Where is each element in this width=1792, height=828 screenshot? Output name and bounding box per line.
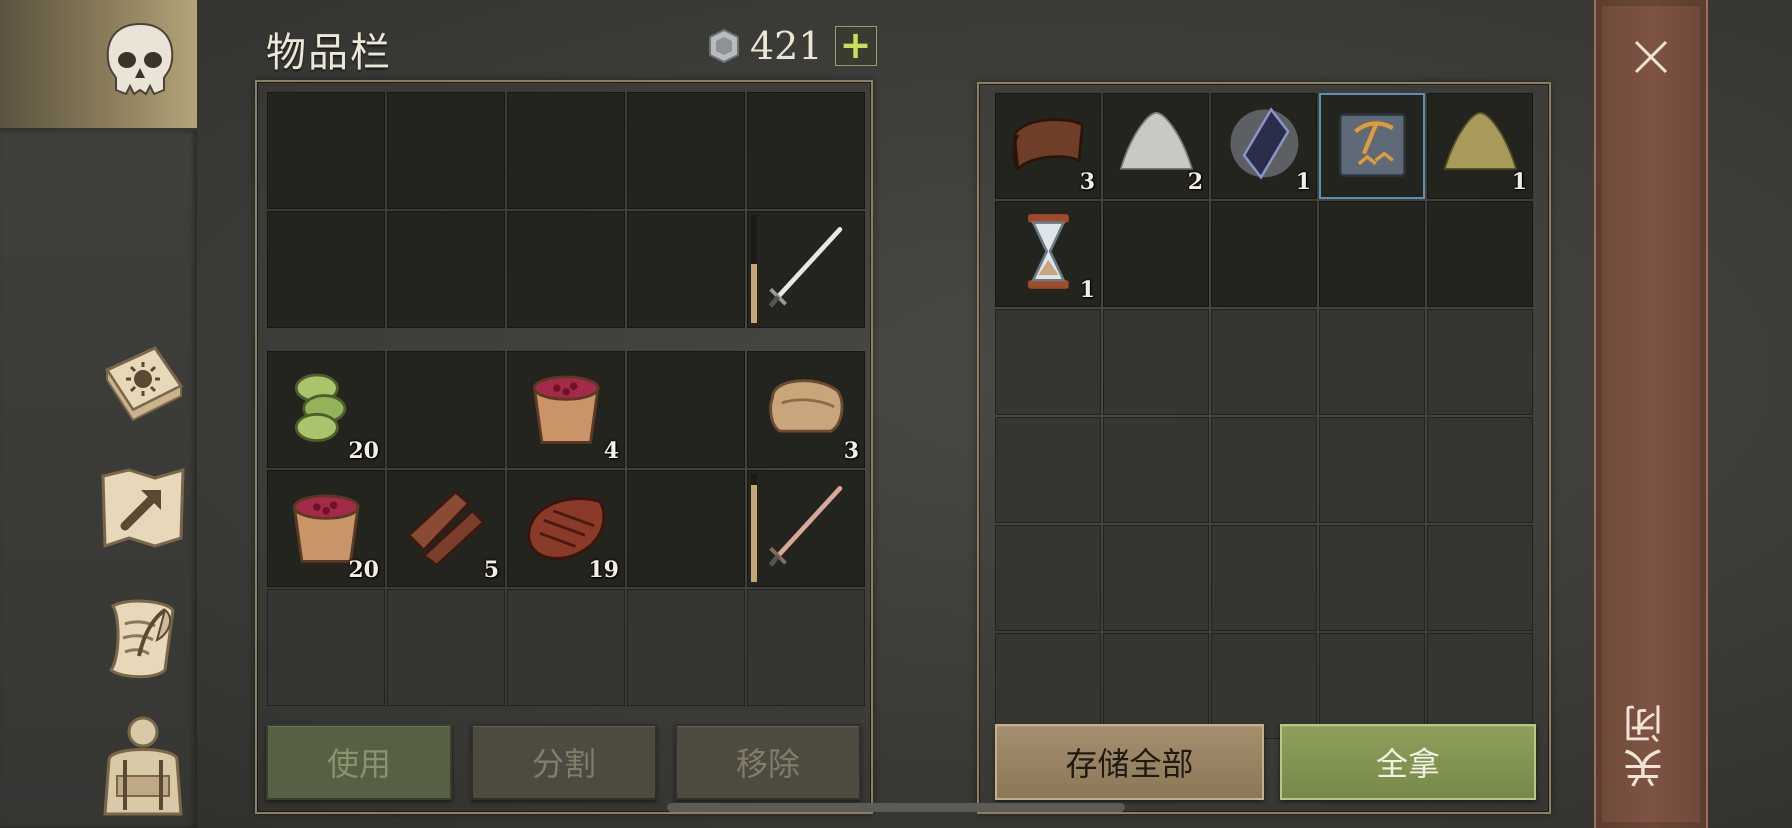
currency-amount: 421 xyxy=(750,24,823,68)
item-slot[interactable]: 1 xyxy=(1211,93,1317,199)
item-quantity: 19 xyxy=(588,557,619,583)
item-slot[interactable] xyxy=(747,470,865,587)
empty-slot[interactable] xyxy=(267,92,385,209)
split-button[interactable]: 分割 xyxy=(471,724,657,800)
empty-slot[interactable] xyxy=(995,309,1101,415)
item-quantity: 3 xyxy=(843,438,859,464)
empty-slot[interactable] xyxy=(1103,417,1209,523)
iron-sword-icon xyxy=(759,220,853,314)
empty-slot[interactable] xyxy=(507,92,625,209)
item-quantity: 1 xyxy=(1511,169,1527,195)
currency-display: 421 + xyxy=(706,24,877,68)
item-slot[interactable]: 20 xyxy=(267,351,385,468)
copper-sword-icon xyxy=(759,479,853,573)
empty-slot[interactable] xyxy=(1211,417,1317,523)
empty-slot[interactable] xyxy=(627,92,745,209)
empty-slot[interactable] xyxy=(995,525,1101,631)
map-icon[interactable] xyxy=(95,460,191,556)
empty-slot[interactable] xyxy=(387,589,505,706)
page-title: 物品栏 xyxy=(266,30,392,76)
empty-slot[interactable] xyxy=(995,417,1101,523)
backpack-grid: 20 4 3 20 5 19 xyxy=(267,351,865,706)
close-label[interactable]: 关闭 xyxy=(1618,700,1688,788)
empty-slot[interactable] xyxy=(1103,309,1209,415)
empty-slot[interactable] xyxy=(387,211,505,328)
item-quantity: 20 xyxy=(348,438,379,464)
empty-slot[interactable] xyxy=(1319,201,1425,307)
empty-slot[interactable] xyxy=(1427,525,1533,631)
item-quantity: 1 xyxy=(1079,277,1095,303)
empty-slot[interactable] xyxy=(267,211,385,328)
empty-slot[interactable] xyxy=(507,589,625,706)
berry-bucket-icon xyxy=(519,360,613,454)
durability-bar xyxy=(751,474,757,582)
item-slot[interactable]: 5 xyxy=(387,470,505,587)
add-currency-button[interactable]: + xyxy=(834,26,877,66)
pickaxe-book-icon xyxy=(1330,101,1415,186)
item-slot[interactable]: 20 xyxy=(267,470,385,587)
empty-slot[interactable] xyxy=(387,92,505,209)
item-slot[interactable] xyxy=(747,211,865,328)
empty-slot[interactable] xyxy=(1427,417,1533,523)
equipment-grid xyxy=(267,92,865,328)
empty-slot[interactable] xyxy=(1211,309,1317,415)
item-slot[interactable]: 3 xyxy=(747,351,865,468)
item-slot[interactable]: 3 xyxy=(995,93,1101,199)
empty-slot[interactable] xyxy=(627,589,745,706)
item-slot[interactable]: 2 xyxy=(1103,93,1209,199)
item-quantity: 4 xyxy=(603,438,619,464)
item-slot[interactable]: 19 xyxy=(507,470,625,587)
empty-slot[interactable] xyxy=(627,470,745,587)
use-button[interactable]: 使用 xyxy=(266,724,452,800)
dark-crystal-icon xyxy=(1222,101,1307,186)
take-all-button[interactable]: 全拿 xyxy=(1280,724,1536,800)
item-slot[interactable] xyxy=(1319,93,1425,199)
skull-icon xyxy=(106,22,174,96)
sulfur-pile-icon xyxy=(1438,101,1523,186)
leather-scroll-icon xyxy=(1006,101,1091,186)
empty-slot[interactable] xyxy=(627,351,745,468)
item-quantity: 3 xyxy=(1079,169,1095,195)
item-quantity: 20 xyxy=(348,557,379,583)
hourglass-icon xyxy=(1006,209,1091,294)
durability-bar xyxy=(751,215,757,323)
bark-strips-icon xyxy=(399,479,493,573)
sidebar-item-character[interactable] xyxy=(0,0,197,128)
sidebar xyxy=(0,0,197,828)
close-bar[interactable]: 关闭 xyxy=(1594,0,1708,828)
store-all-button[interactable]: 存储全部 xyxy=(995,724,1264,800)
empty-slot[interactable] xyxy=(1427,309,1533,415)
empty-slot[interactable] xyxy=(747,589,865,706)
item-slot[interactable]: 4 xyxy=(507,351,625,468)
backpack-icon[interactable] xyxy=(95,710,191,820)
empty-slot[interactable] xyxy=(1427,201,1533,307)
empty-slot[interactable] xyxy=(627,211,745,328)
item-quantity: 2 xyxy=(1187,169,1203,195)
empty-slot[interactable] xyxy=(267,589,385,706)
item-slot[interactable]: 1 xyxy=(1427,93,1533,199)
storage-grid: 3 2 1 1 1 xyxy=(995,93,1533,739)
empty-slot[interactable] xyxy=(1103,201,1209,307)
item-quantity: 1 xyxy=(1295,169,1311,195)
quill-scroll-icon[interactable] xyxy=(95,590,191,686)
empty-slot[interactable] xyxy=(1319,309,1425,415)
item-quantity: 5 xyxy=(483,557,499,583)
empty-slot[interactable] xyxy=(507,211,625,328)
empty-slot[interactable] xyxy=(1319,525,1425,631)
sun-book-icon[interactable] xyxy=(95,330,191,426)
empty-slot[interactable] xyxy=(747,92,865,209)
sand-pile-icon xyxy=(1114,101,1199,186)
remove-button[interactable]: 移除 xyxy=(675,724,861,800)
empty-slot[interactable] xyxy=(387,351,505,468)
close-icon[interactable] xyxy=(1632,38,1670,76)
item-slot[interactable]: 1 xyxy=(995,201,1101,307)
cloth-roll-icon xyxy=(759,360,853,454)
empty-slot[interactable] xyxy=(1211,525,1317,631)
silver-coin-icon xyxy=(709,28,739,64)
scroll-indicator[interactable] xyxy=(667,803,1125,812)
empty-slot[interactable] xyxy=(1103,525,1209,631)
empty-slot[interactable] xyxy=(1319,417,1425,523)
empty-slot[interactable] xyxy=(1211,201,1317,307)
